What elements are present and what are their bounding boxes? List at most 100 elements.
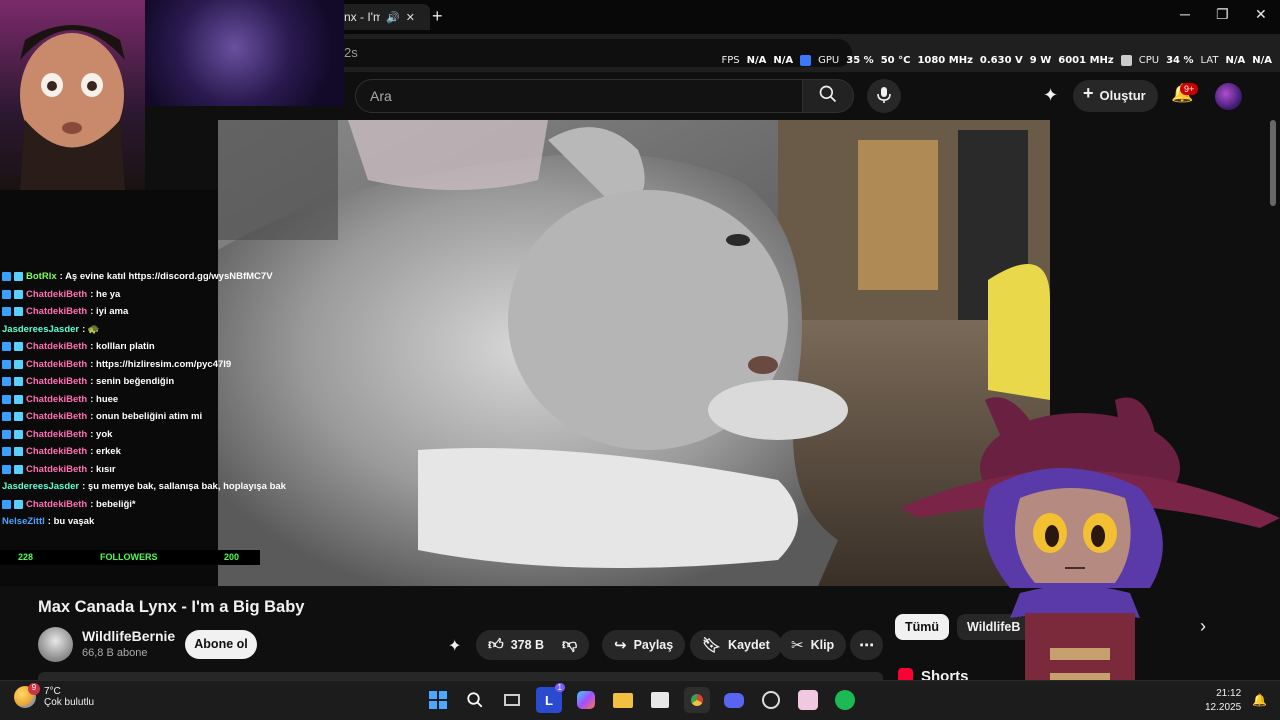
search-input[interactable]: Ara <box>355 79 803 113</box>
cartoon-cat-character <box>900 397 1280 683</box>
clock-time: 21:12 <box>1216 688 1242 699</box>
chat-text: : iyi ama <box>90 306 129 317</box>
more-actions-button[interactable]: ⋯ <box>850 630 883 660</box>
chat-badge-icon <box>2 377 11 387</box>
chat-username: ChatdekiBeth <box>26 376 88 387</box>
chat-username: ChatdekiBeth <box>26 341 88 352</box>
followers-left-count: 228 <box>18 552 34 562</box>
tab-close-icon[interactable]: ✕ <box>406 11 415 24</box>
chat-username: ChatdekiBeth <box>26 463 88 475</box>
weather-badge: 9 <box>28 683 40 695</box>
copilot-app[interactable] <box>573 687 599 713</box>
file-explorer-app[interactable] <box>610 687 636 713</box>
chat-message: ChatdekiBeth: https://hizliresim.com/pyc… <box>2 356 302 374</box>
store-icon <box>651 692 669 708</box>
chat-username: JasdereesJasder <box>2 323 80 335</box>
chat-message: BotRlx: Aş evine katıl https://discord.g… <box>2 268 302 286</box>
chat-username: ChatdekiBeth <box>26 288 88 300</box>
taskbar-search-button[interactable] <box>462 687 488 713</box>
vtuber-app-icon <box>798 690 818 710</box>
chat-message: ChatdekiBeth: onun bebeliğini atim mi <box>2 408 302 426</box>
followers-bar: 228 FOLLOWERS 200 <box>0 550 260 565</box>
lat-value: N/A <box>1225 54 1246 66</box>
share-arrow-icon: ↪ <box>614 637 627 654</box>
search-button[interactable] <box>802 79 854 113</box>
chat-badge-icon <box>2 342 11 352</box>
ask-ai-gem-icon[interactable]: ✦ <box>448 636 461 656</box>
chat-badge-icon <box>2 412 11 422</box>
more-horizontal-icon: ⋯ <box>859 637 874 654</box>
account-avatar[interactable] <box>1215 83 1242 110</box>
chrome-app[interactable] <box>684 687 710 713</box>
task-view-button[interactable] <box>499 687 525 713</box>
subscribe-button[interactable]: Abone ol <box>185 630 257 659</box>
browser-tab[interactable]: nx - I'm 🔊 ✕ <box>335 4 430 30</box>
chat-message: ChatdekiBeth: iyi ama <box>2 303 302 321</box>
chat-badge-icon <box>2 429 11 439</box>
clip-label: Klip <box>810 638 835 652</box>
description-box[interactable] <box>38 672 883 680</box>
letterboxd-app[interactable]: L 1 <box>536 683 565 713</box>
cpu-icon <box>1120 54 1132 66</box>
system-clock[interactable]: 21:12 12.2025 <box>1205 687 1241 715</box>
chat-text: : bu vaşak <box>47 516 95 527</box>
followers-right-count: 200 <box>224 552 240 562</box>
chat-badge-icon <box>14 429 23 439</box>
chat-badge-icon <box>14 359 23 369</box>
dislike-button[interactable]: 👎︎ <box>550 630 590 660</box>
clip-button[interactable]: ✂ Klip <box>779 630 847 660</box>
tab-title: nx - I'm <box>344 10 380 24</box>
chat-username: JasdereesJasder <box>2 481 80 492</box>
task-view-icon <box>504 694 520 706</box>
like-button[interactable]: 👍︎ 378 B <box>476 630 559 660</box>
vtuber-app[interactable] <box>795 687 821 713</box>
folder-icon <box>613 692 633 708</box>
spotify-app[interactable] <box>832 687 858 713</box>
gpu-power: 9 W <box>1029 54 1052 66</box>
close-window-button[interactable]: ✕ <box>1255 6 1267 23</box>
create-button[interactable]: + Oluştur <box>1073 80 1158 112</box>
chat-username: ChatdekiBeth <box>26 358 88 370</box>
chat-text: : bebeliği* <box>90 498 136 510</box>
store-app[interactable] <box>647 687 673 713</box>
channel-avatar[interactable] <box>38 627 73 662</box>
chat-badge-icon <box>14 289 23 299</box>
chat-text: : kısır <box>90 463 116 475</box>
minimize-button[interactable]: ─ <box>1180 6 1190 22</box>
vtuber-character-overlay <box>900 388 1280 683</box>
chat-username: NelseZittl <box>2 516 45 527</box>
chat-text: : 🐢 <box>82 323 100 335</box>
save-button[interactable]: 🔖︎ Kaydet <box>690 630 782 660</box>
discord-icon <box>724 692 744 708</box>
fps-label: FPS <box>721 54 740 66</box>
chat-username: ChatdekiBeth <box>26 393 88 405</box>
speaker-icon[interactable]: 🔊 <box>386 11 400 24</box>
voice-search-button[interactable] <box>867 79 901 113</box>
premium-gem-icon[interactable]: ✦ <box>1043 85 1058 106</box>
discord-app[interactable] <box>721 687 747 713</box>
app-notification-badge: 1 <box>554 683 565 692</box>
start-button[interactable] <box>425 687 451 713</box>
chat-text: : şu memye bak, sallanışa bak, hoplayışa… <box>82 481 286 492</box>
gpu-clock: 1080 MHz <box>917 54 973 66</box>
fps-value: N/A <box>746 54 767 66</box>
chat-text: : onun bebeliğini atim mi <box>90 411 203 422</box>
share-button[interactable]: ↪ Paylaş <box>602 630 686 660</box>
chat-message: ChatdekiBeth: yok <box>2 426 302 444</box>
obs-app[interactable] <box>758 687 784 713</box>
maximize-button[interactable]: ❐ <box>1216 6 1229 23</box>
channel-name[interactable]: WildlifeBernie <box>82 628 175 644</box>
notification-center-icon[interactable]: 🔔 <box>1252 693 1267 707</box>
search-icon <box>467 692 483 708</box>
chat-badge-icon <box>2 289 11 299</box>
chat-username: ChatdekiBeth <box>26 411 88 422</box>
gpu-load: 35 % <box>846 54 874 66</box>
gpu-icon <box>800 54 812 66</box>
chat-message: ChatdekiBeth: kollları platin <box>2 338 302 356</box>
stream-chat: BotRlx: Aş evine katıl https://discord.g… <box>2 268 302 531</box>
gpu-temp: 50 °C <box>880 54 911 66</box>
plus-icon: + <box>1083 83 1094 103</box>
scrollbar-thumb[interactable] <box>1270 120 1276 206</box>
new-tab-button[interactable]: + <box>432 6 443 27</box>
weather-widget[interactable]: 9 7°C Çok bulutlu <box>14 683 94 708</box>
